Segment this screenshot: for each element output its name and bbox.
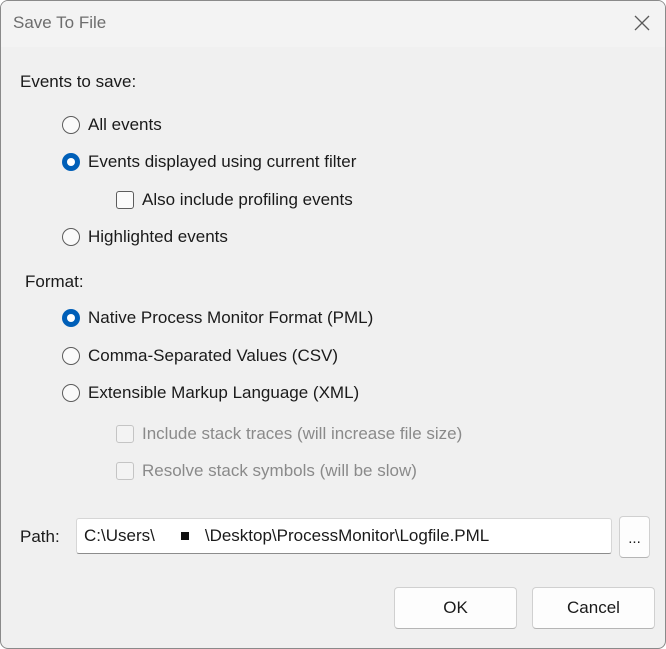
radio-all-events-label: All events bbox=[88, 115, 162, 134]
path-value-prefix: C:\Users\ bbox=[84, 526, 155, 545]
radio-format-pml[interactable]: Native Process Monitor Format (PML) bbox=[62, 306, 373, 330]
checkbox-include-stack-traces-label: Include stack traces (will increase file… bbox=[142, 424, 463, 443]
checkbox-resolve-stack-symbols: Resolve stack symbols (will be slow) bbox=[116, 459, 417, 483]
browse-button[interactable]: ... bbox=[619, 516, 650, 558]
radio-button[interactable] bbox=[62, 384, 80, 402]
radio-button-selected[interactable] bbox=[62, 309, 80, 327]
checkbox-resolve-stack-symbols-label: Resolve stack symbols (will be slow) bbox=[142, 461, 417, 480]
radio-events-current-filter-label: Events displayed using current filter bbox=[88, 152, 357, 171]
dialog-title: Save To File bbox=[13, 13, 107, 32]
radio-format-xml-label: Extensible Markup Language (XML) bbox=[88, 383, 360, 402]
radio-highlighted-events[interactable]: Highlighted events bbox=[62, 225, 228, 249]
checkbox[interactable] bbox=[116, 191, 134, 209]
radio-format-xml[interactable]: Extensible Markup Language (XML) bbox=[62, 381, 359, 405]
radio-all-events[interactable]: All events bbox=[62, 113, 162, 137]
radio-button[interactable] bbox=[62, 347, 80, 365]
radio-events-current-filter[interactable]: Events displayed using current filter bbox=[62, 150, 356, 174]
path-label: Path: bbox=[20, 527, 60, 546]
checkbox-profiling-events[interactable]: Also include profiling events bbox=[116, 188, 353, 212]
title-bar: Save To File bbox=[1, 1, 665, 47]
radio-button[interactable] bbox=[62, 116, 80, 134]
radio-format-csv[interactable]: Comma-Separated Values (CSV) bbox=[62, 344, 338, 368]
checkbox-profiling-events-label: Also include profiling events bbox=[142, 190, 353, 209]
path-input[interactable]: C:\Users\ \Desktop\ProcessMonitor\Logfile… bbox=[76, 518, 612, 554]
redacted-username bbox=[155, 527, 205, 545]
format-label: Format: bbox=[25, 272, 84, 291]
events-to-save-label: Events to save: bbox=[20, 72, 137, 91]
radio-format-csv-label: Comma-Separated Values (CSV) bbox=[88, 346, 339, 365]
checkbox-include-stack-traces: Include stack traces (will increase file… bbox=[116, 422, 462, 446]
radio-highlighted-events-label: Highlighted events bbox=[88, 227, 228, 246]
radio-button[interactable] bbox=[62, 228, 80, 246]
cancel-button[interactable]: Cancel bbox=[532, 587, 655, 629]
close-button[interactable] bbox=[619, 1, 665, 47]
radio-format-pml-label: Native Process Monitor Format (PML) bbox=[88, 308, 374, 327]
checkbox-disabled bbox=[116, 425, 134, 443]
ok-button[interactable]: OK bbox=[394, 587, 517, 629]
save-to-file-dialog: Save To File Events to save: All events … bbox=[0, 0, 666, 649]
path-value-suffix: \Desktop\ProcessMonitor\Logfile.PML bbox=[204, 526, 490, 545]
checkbox-disabled bbox=[116, 462, 134, 480]
close-icon bbox=[634, 15, 650, 31]
radio-button-selected[interactable] bbox=[62, 153, 80, 171]
